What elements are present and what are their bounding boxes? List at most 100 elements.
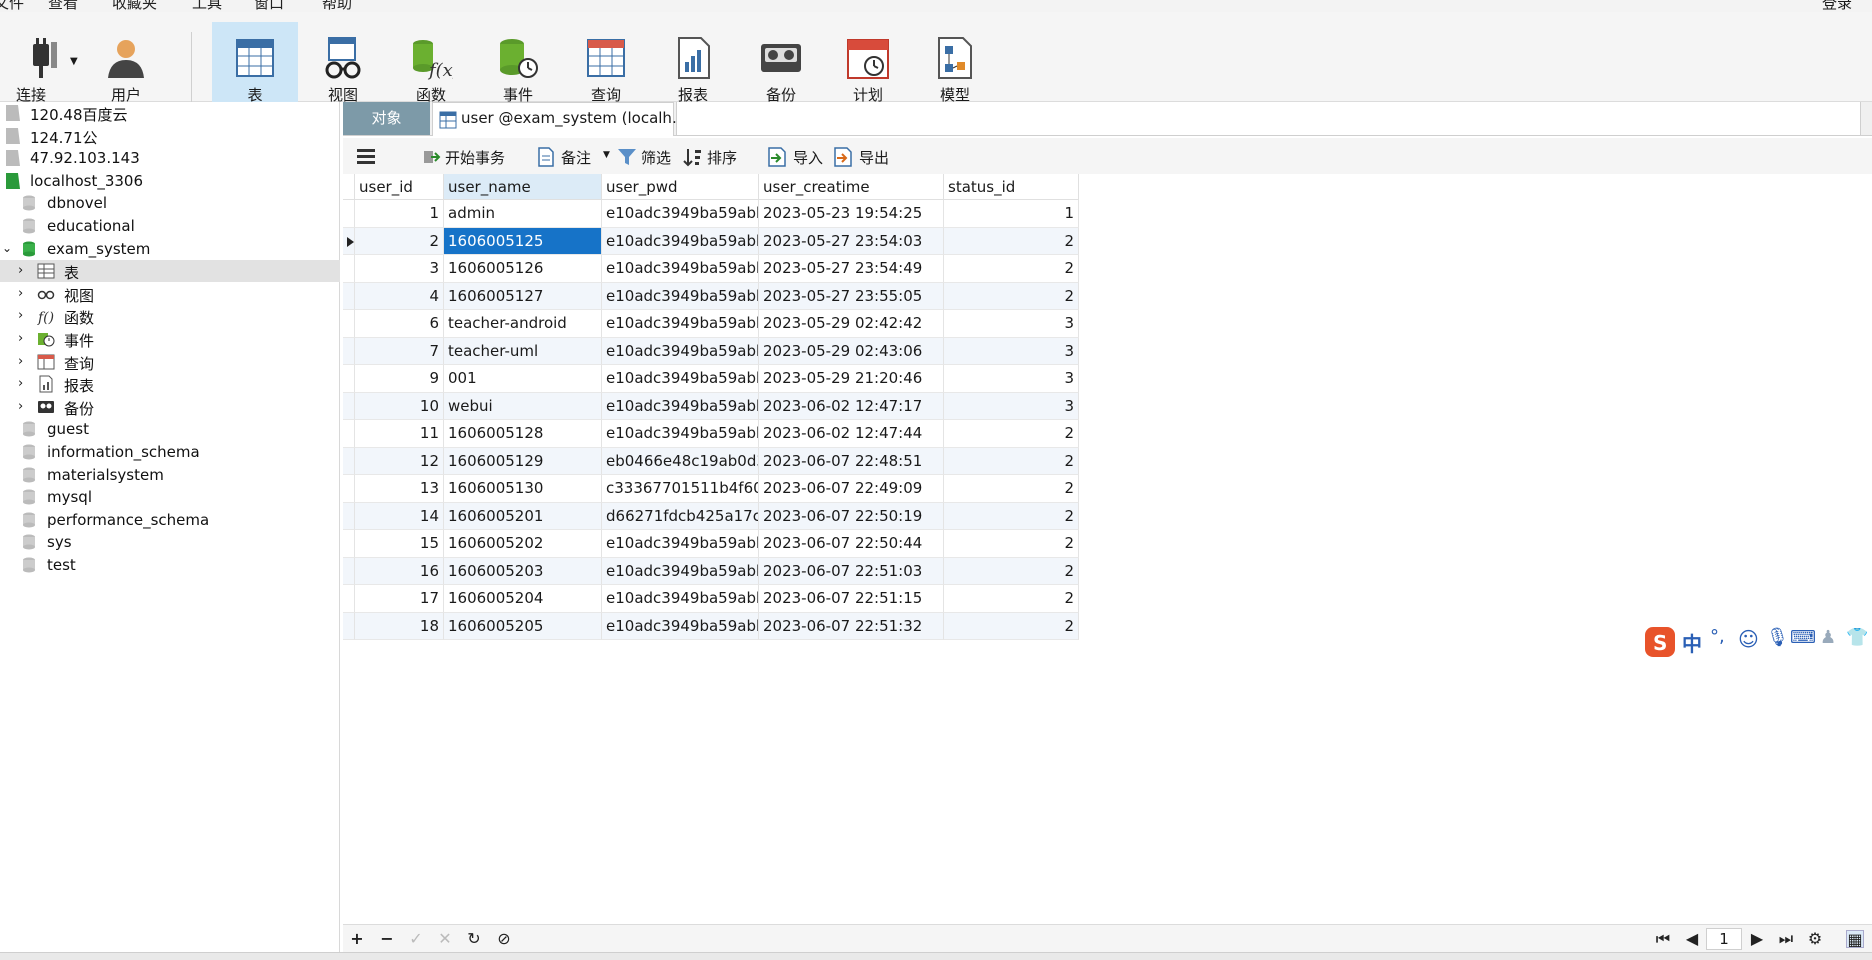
cell-status-id[interactable]: 2 (944, 612, 1079, 640)
tree-node-glasses[interactable]: › 视图 (0, 283, 340, 305)
cell-user-creatime[interactable]: 2023-05-29 02:42:42 (759, 310, 944, 338)
cell-user-pwd[interactable]: e10adc3949ba59abbe56e (602, 612, 759, 640)
cell-status-id[interactable]: 2 (944, 475, 1079, 503)
table-row[interactable]: 18 1606005205 e10adc3949ba59abbe56e 2023-06… (343, 612, 1079, 640)
menu-toggle-button[interactable] (357, 146, 379, 168)
tree-node-event[interactable]: › 事件 (0, 328, 340, 350)
cell-user-pwd[interactable]: e10adc3949ba59abbe56e (602, 200, 759, 228)
row-marker[interactable] (343, 310, 355, 338)
row-marker[interactable] (343, 612, 355, 640)
apply-changes-icon[interactable]: ✓ (407, 930, 425, 948)
connection-item[interactable]: localhost_3306 (0, 170, 340, 192)
cell-status-id[interactable]: 2 (944, 585, 1079, 613)
user-button[interactable]: 用户 (83, 22, 169, 108)
microphone-icon[interactable]: 🎙 (1766, 627, 1789, 648)
cell-user-creatime[interactable]: 2023-05-29 02:43:06 (759, 337, 944, 365)
tree-node-backup[interactable]: › 备份 (0, 396, 340, 418)
table-row[interactable]: 4 1606005127 e10adc3949ba59abbe56e 2023-05-… (343, 282, 1079, 310)
tab-user-table[interactable]: user @exam_system (localh... (432, 102, 686, 136)
cell-user-name[interactable]: teacher-android (444, 310, 602, 338)
cell-user-pwd[interactable]: e10adc3949ba59abbe56e (602, 255, 759, 283)
cell-user-id[interactable]: 16 (355, 557, 444, 585)
database-item[interactable]: mysql (0, 486, 340, 508)
cell-user-pwd[interactable]: e10adc3949ba59abbe56e (602, 530, 759, 558)
cell-user-name[interactable]: 1606005129 (444, 447, 602, 475)
connection-item[interactable]: 120.48百度云 (0, 102, 340, 124)
import-button[interactable]: 导入 (767, 146, 827, 168)
cell-user-pwd[interactable]: e10adc3949ba59abbe56e (602, 282, 759, 310)
cell-status-id[interactable]: 3 (944, 337, 1079, 365)
begin-transaction-button[interactable]: 开始事务 (421, 146, 521, 168)
tree-node-query[interactable]: › 查询 (0, 351, 340, 373)
cell-user-id[interactable]: 15 (355, 530, 444, 558)
database-item-active[interactable]: ⌄ exam_system (0, 238, 340, 260)
menu-window[interactable]: 窗口 (254, 0, 284, 11)
chevron-right-icon[interactable]: › (18, 376, 32, 391)
backup-button[interactable]: 备份 (738, 22, 824, 108)
cell-user-id[interactable]: 12 (355, 447, 444, 475)
cell-user-creatime[interactable]: 2023-06-07 22:51:15 (759, 585, 944, 613)
cell-user-name[interactable]: admin (444, 200, 602, 228)
cell-user-pwd[interactable]: e10adc3949ba59abbe56e (602, 365, 759, 393)
cell-user-name[interactable]: 1606005130 (444, 475, 602, 503)
cell-user-creatime[interactable]: 2023-06-07 22:51:03 (759, 557, 944, 585)
cell-user-name[interactable]: 1606005204 (444, 585, 602, 613)
add-record-icon[interactable]: + (348, 930, 366, 948)
table-row[interactable]: 17 1606005204 e10adc3949ba59abbe56e 2023-06… (343, 585, 1079, 613)
menu-tools[interactable]: 工具 (192, 0, 222, 11)
model-button[interactable]: 模型 (912, 22, 998, 108)
cell-status-id[interactable]: 2 (944, 282, 1079, 310)
cell-user-name[interactable]: 1606005201 (444, 502, 602, 530)
cell-status-id[interactable]: 3 (944, 392, 1079, 420)
table-row[interactable]: 11 1606005128 e10adc3949ba59abbe56e 2023-06… (343, 420, 1079, 448)
row-marker[interactable] (343, 420, 355, 448)
event-button[interactable]: 事件 (475, 22, 561, 108)
table-row[interactable]: 13 1606005130 c33367701511b4f6020ec6 2023-0… (343, 475, 1079, 503)
cell-user-creatime[interactable]: 2023-05-27 23:55:05 (759, 282, 944, 310)
sogou-logo-icon[interactable]: S (1644, 626, 1676, 658)
cell-user-pwd[interactable]: e10adc3949ba59abbe56e (602, 310, 759, 338)
cell-user-name[interactable]: 1606005203 (444, 557, 602, 585)
database-item[interactable]: test (0, 554, 340, 576)
note-button[interactable]: 备注 ▼ (537, 146, 611, 168)
cell-user-id[interactable]: 17 (355, 585, 444, 613)
column-header-status-id[interactable]: status_id (944, 174, 1079, 200)
export-button[interactable]: 导出 (833, 146, 893, 168)
table-row[interactable]: 2 1606005125 e10adc3949ba59abbe56e 2023-05-… (343, 227, 1079, 255)
row-marker[interactable] (343, 475, 355, 503)
cell-user-name[interactable]: 1606005128 (444, 420, 602, 448)
database-item[interactable]: guest (0, 418, 340, 440)
table-button[interactable]: 表 (212, 22, 298, 110)
row-marker[interactable] (343, 282, 355, 310)
column-header-user-name[interactable]: user_name (444, 174, 602, 200)
cell-user-id[interactable]: 9 (355, 365, 444, 393)
cell-status-id[interactable]: 1 (944, 200, 1079, 228)
cell-user-name[interactable]: 1606005202 (444, 530, 602, 558)
cell-status-id[interactable]: 2 (944, 255, 1079, 283)
chevron-right-icon[interactable]: › (18, 331, 32, 346)
table-row[interactable]: 1 admin e10adc3949ba59abbe56e 2023-05-23 19… (343, 200, 1079, 228)
tree-node-table[interactable]: › 表 (0, 260, 340, 283)
table-row[interactable]: 12 1606005129 eb0466e48c19ab0d3bab2 2023-06… (343, 447, 1079, 475)
column-header-user-pwd[interactable]: user_pwd (602, 174, 759, 200)
cell-status-id[interactable]: 2 (944, 502, 1079, 530)
cell-user-creatime[interactable]: 2023-05-27 23:54:49 (759, 255, 944, 283)
chevron-right-icon[interactable]: › (18, 354, 32, 369)
column-header-user-id[interactable]: user_id (355, 174, 444, 200)
refresh-icon[interactable]: ↻ (465, 930, 483, 948)
cell-user-id[interactable]: 13 (355, 475, 444, 503)
cell-user-name[interactable]: 1606005127 (444, 282, 602, 310)
user-center-icon[interactable]: ♟ (1820, 627, 1836, 648)
cell-user-creatime[interactable]: 2023-05-23 19:54:25 (759, 200, 944, 228)
connection-item[interactable]: 47.92.103.143 (0, 147, 340, 169)
cell-user-id[interactable]: 6 (355, 310, 444, 338)
menu-file[interactable]: 文件 (0, 0, 24, 11)
cell-status-id[interactable]: 2 (944, 227, 1079, 255)
cell-user-pwd[interactable]: e10adc3949ba59abbe56e (602, 420, 759, 448)
previous-page-icon[interactable]: ◀ (1683, 930, 1701, 948)
cell-user-name[interactable]: 1606005205 (444, 612, 602, 640)
cell-user-creatime[interactable]: 2023-06-07 22:50:19 (759, 502, 944, 530)
database-item[interactable]: educational (0, 215, 340, 237)
emoji-icon[interactable]: ☺ (1738, 627, 1759, 651)
row-marker[interactable] (343, 447, 355, 475)
